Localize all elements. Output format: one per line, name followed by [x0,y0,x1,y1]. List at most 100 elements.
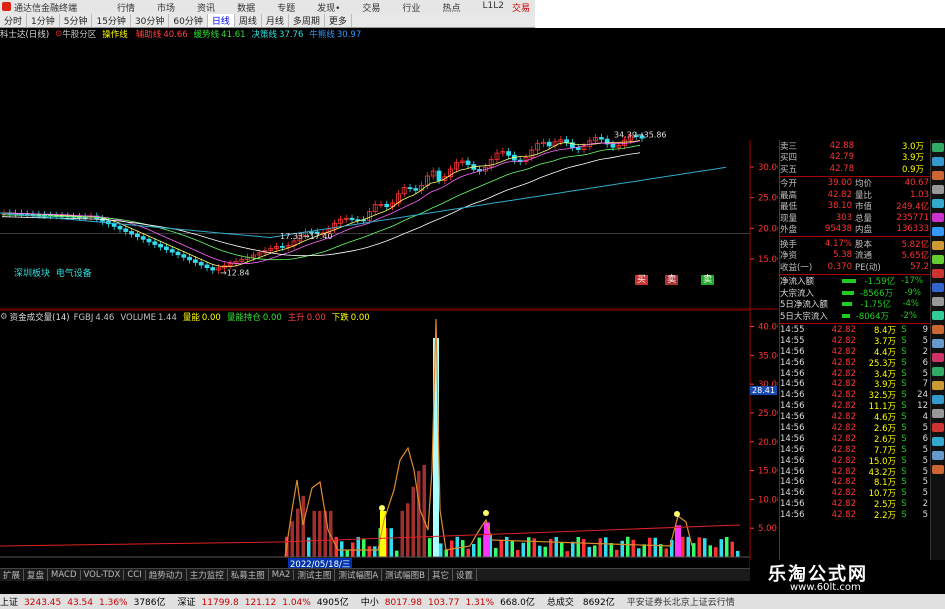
index-quote[interactable]: 中小 8017.98 103.77 1.31% 668.0亿 [361,595,541,608]
volume-bar [604,537,608,557]
period-button[interactable]: 5分钟 [60,14,93,27]
indicator-tab[interactable]: 设置 [453,569,478,581]
period-button[interactable]: 60分钟 [169,14,208,27]
toolbar-icon[interactable] [932,157,944,166]
toolbar-icon[interactable] [932,143,944,152]
title-bar: 通达信金融终端 行情 市场 资讯 数据 专题 发现• 交易 行业 热点 L1L2 交易 [0,0,535,14]
toolbar-icon[interactable] [932,367,944,376]
period-button[interactable]: 分时 [0,14,28,27]
toolbar-icon[interactable] [932,311,944,320]
stat-value: 57.2 [910,261,929,272]
tick-time: 14:56 [780,357,805,368]
toolbar-icon[interactable] [932,325,944,334]
volume-bar [422,464,426,557]
indicator-tab[interactable]: 趋势动力 [146,569,187,581]
menu-item[interactable]: L1L2 [482,1,503,14]
toolbar-icon[interactable] [932,409,944,418]
period-button[interactable]: 日线 [207,14,235,27]
stock-name[interactable]: 科士达(日线) [0,28,49,40]
volume-indicator-name[interactable]: 资金成交量(14) [10,311,70,323]
candle-body [187,256,193,261]
index-change: 43.54 [67,598,93,608]
period-button[interactable]: 30分钟 [131,14,170,27]
toolbar-icon[interactable] [932,395,944,404]
period-button[interactable]: 1分钟 [27,14,60,27]
menu-item[interactable]: 发现• [317,1,340,14]
menu-item[interactable]: 专题 [277,1,295,14]
toolbar-icon[interactable] [932,255,944,264]
toolbar-icon[interactable] [932,213,944,222]
indicator-tab[interactable]: MACD [48,570,81,580]
toolbar-icon[interactable] [932,451,944,460]
stat-value: 38.10 [827,201,852,212]
tick-row: 14:56 42.82 25.3万 S 6 [780,357,930,369]
period-button[interactable]: 月线 [262,14,289,27]
indicator-tab[interactable]: 测试主图 [294,569,336,581]
indicator-label: 缓势线 [193,30,220,40]
toolbar-icon[interactable] [932,339,944,348]
order-book-row: 卖三 42.88 3.0万 [780,140,930,152]
menu-item[interactable]: 数据 [237,1,255,14]
indicator-tab[interactable]: 测试幅图A [335,569,383,581]
indicator-tab[interactable]: 测试幅图B [382,569,429,581]
candle-body [506,151,512,156]
indicator-tab[interactable]: 私募主图 [228,569,269,581]
trade-button[interactable]: 交易 [512,1,530,14]
tick-time: 14:55 [780,324,805,335]
menu-item[interactable]: 资讯 [197,1,215,14]
indicator-tab[interactable]: 主力监控 [187,569,228,581]
indicator-item: 主升 0.00 [288,313,326,323]
flow-value: -8064万 [855,311,889,322]
sector-tag[interactable]: 深圳板块 [14,269,50,279]
period-button[interactable]: 15分钟 [92,14,131,27]
toolbar-icon[interactable] [932,283,944,292]
volume-chart[interactable]: 40.0035.0030.0025.0020.0015.0010.005.00 [0,310,778,568]
menu-item[interactable]: 行业 [402,1,420,14]
tick-row: 14:55 42.82 3.7万 S 5 [780,335,930,347]
fund-flow-row: 净流入额 -1.59亿 -17% [780,276,930,287]
indicator-tab[interactable]: CCI [124,570,146,580]
toolbar-icon[interactable] [932,227,944,236]
menu-item[interactable]: 市场 [157,1,175,14]
indicator-tab[interactable]: 扩展 [0,569,25,581]
indicator-tab[interactable]: 其它 [429,569,454,581]
mode-label[interactable]: 牛股分区 [62,28,96,40]
toolbar-icon[interactable] [932,381,944,390]
toolbar-icon[interactable] [932,199,944,208]
tick-price: 42.82 [831,488,856,499]
stat-value: 5.82亿 [901,239,929,250]
index-quote[interactable]: 上证 3243.45 43.54 1.36% 3786亿 [0,595,172,608]
menu-item[interactable]: 交易 [362,1,380,14]
industry-tag[interactable]: 电气设备 [56,269,92,279]
toolbar-icon[interactable] [932,185,944,194]
kline-chart[interactable]: 30.00 25.00 20.00 15.00 34.39→35.86 17.33→17.… [0,40,778,310]
settings-icon[interactable]: ⚙ [0,312,8,322]
tick-side: S [901,444,907,455]
tick-price: 42.82 [831,433,856,444]
toolbar-icon[interactable] [932,437,944,446]
menu-item[interactable]: 热点 [442,1,460,14]
buy-signal: 买 [635,275,649,285]
indicator-tab[interactable]: 复盘 [24,569,49,581]
toolbar-icon[interactable] [932,423,944,432]
stat-label: PE(动) [855,262,881,273]
toolbar-icon[interactable] [932,171,944,180]
toolbar-icon[interactable] [932,297,944,306]
indicator-tab[interactable]: MA2 [269,570,295,580]
toolbar-icon[interactable] [932,269,944,278]
toolbar-icon[interactable] [932,353,944,362]
period-button[interactable]: 多周期 [289,14,325,27]
toolbar-icon[interactable] [932,241,944,250]
toolbar-icon[interactable] [932,465,944,474]
indicator-tabs: 扩展 复盘 MACD VOL-TDX CCI 趋势动力 主力监控 私募主图 MA2 测试主图 测试幅… [0,568,750,581]
period-button[interactable]: 周线 [235,14,262,27]
candle-body [198,262,204,266]
volume-bar [582,539,586,557]
menu-item[interactable]: 行情 [117,1,135,14]
period-button[interactable]: 更多 [325,14,352,27]
indicator-tab[interactable]: VOL-TDX [81,570,125,580]
candle-body [152,241,158,245]
index-quote[interactable]: 深证 11799.8 121.12 1.04% 4905亿 [178,595,355,608]
tick-count: 2 [922,499,928,510]
index-amount: 668.0亿 [500,598,535,608]
